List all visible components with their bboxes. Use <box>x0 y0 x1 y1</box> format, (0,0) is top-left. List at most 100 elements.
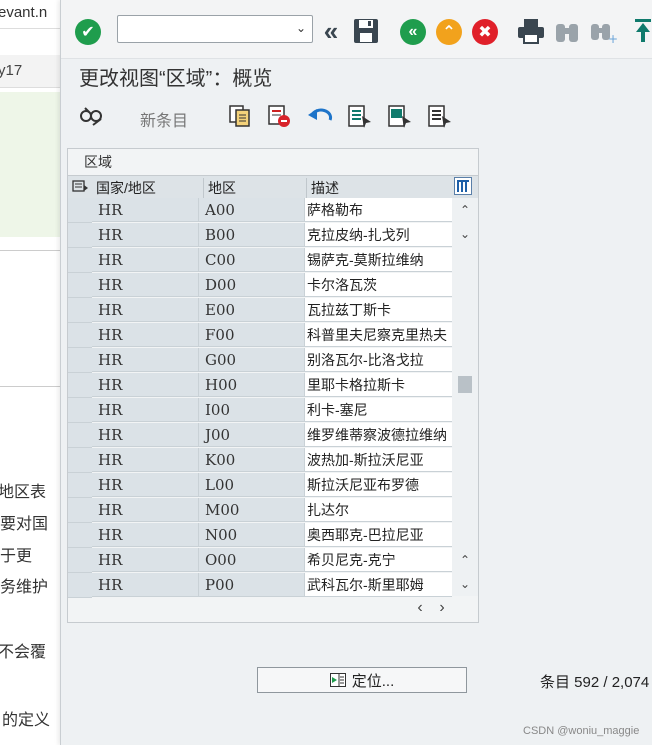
cell-country[interactable]: HR <box>92 273 199 297</box>
cell-region[interactable]: H00 <box>199 373 305 397</box>
find-button[interactable] <box>554 18 580 44</box>
row-selector[interactable] <box>68 373 92 398</box>
table-row[interactable]: HR L00 斯拉沃尼亚布罗德 <box>68 473 452 498</box>
cell-region[interactable]: K00 <box>199 448 305 472</box>
table-row[interactable]: HR O00 希贝尼克-克宁 <box>68 548 452 573</box>
cell-region[interactable]: A00 <box>199 198 305 222</box>
table-row[interactable]: HR P00 武科瓦尔-斯里耶姆 <box>68 573 452 598</box>
cell-description[interactable]: 扎达尔 <box>305 498 452 522</box>
cell-description[interactable]: 利卡-塞尼 <box>305 398 452 422</box>
cell-description[interactable]: 卡尔洛瓦茨 <box>305 273 452 297</box>
cell-region[interactable]: F00 <box>199 323 305 347</box>
row-selector[interactable] <box>68 323 92 348</box>
table-row[interactable]: HR G00 别洛瓦尔-比洛戈拉 <box>68 348 452 373</box>
cell-country[interactable]: HR <box>92 423 199 447</box>
row-selector[interactable] <box>68 548 92 573</box>
horizontal-scrollbar[interactable]: ‹ › <box>68 598 478 620</box>
first-page-button[interactable] <box>633 18 652 44</box>
cell-description[interactable]: 维罗维蒂察波德拉维纳 <box>305 423 452 447</box>
row-selector[interactable] <box>68 498 92 523</box>
cell-country[interactable]: HR <box>92 298 199 322</box>
select-all-rows-icon[interactable] <box>72 179 88 196</box>
undo-change-button[interactable] <box>308 106 334 126</box>
cell-country[interactable]: HR <box>92 398 199 422</box>
page-up-icon[interactable]: ⌃ <box>457 552 473 568</box>
cell-country[interactable]: HR <box>92 348 199 372</box>
row-selector[interactable] <box>68 348 92 373</box>
table-row[interactable]: HR E00 瓦拉兹丁斯卡 <box>68 298 452 323</box>
select-all-button[interactable] <box>347 104 373 128</box>
cell-region[interactable]: L00 <box>199 473 305 497</box>
cell-description[interactable]: 里耶卡格拉斯卡 <box>305 373 452 397</box>
exit-button[interactable]: ⌃ <box>436 19 462 45</box>
find-next-button[interactable]: + <box>590 18 618 44</box>
cell-country[interactable]: HR <box>92 323 199 347</box>
cell-region[interactable]: P00 <box>199 573 305 597</box>
table-row[interactable]: HR K00 波热加-斯拉沃尼亚 <box>68 448 452 473</box>
cell-country[interactable]: HR <box>92 373 199 397</box>
cell-description[interactable]: 科普里夫尼察克里热夫 <box>305 323 452 347</box>
back-button[interactable]: « <box>400 19 426 45</box>
delete-button[interactable] <box>267 104 291 128</box>
display-change-button[interactable] <box>79 105 103 127</box>
table-row[interactable]: HR B00 克拉皮纳-扎戈列 <box>68 223 452 248</box>
save-button[interactable] <box>353 18 379 44</box>
cell-description[interactable]: 克拉皮纳-扎戈列 <box>305 223 452 247</box>
scroll-right-icon[interactable]: › <box>434 599 450 616</box>
column-header-region[interactable]: 地区 <box>203 178 236 198</box>
cell-description[interactable]: 别洛瓦尔-比洛戈拉 <box>305 348 452 372</box>
new-entries-button[interactable]: 新条目 <box>140 107 188 131</box>
cell-description[interactable]: 波热加-斯拉沃尼亚 <box>305 448 452 472</box>
row-selector[interactable] <box>68 473 92 498</box>
cell-country[interactable]: HR <box>92 473 199 497</box>
row-selector[interactable] <box>68 223 92 248</box>
table-row[interactable]: HR M00 扎达尔 <box>68 498 452 523</box>
cell-region[interactable]: G00 <box>199 348 305 372</box>
table-row[interactable]: HR A00 萨格勒布 <box>68 198 452 223</box>
cell-region[interactable]: I00 <box>199 398 305 422</box>
cell-country[interactable]: HR <box>92 248 199 272</box>
cell-region[interactable]: O00 <box>199 548 305 572</box>
scroll-up-icon[interactable]: ⌃ <box>457 202 473 218</box>
vertical-scrollbar[interactable]: ⌃ ⌄ ⌃ ⌄ <box>452 198 478 596</box>
table-row[interactable]: HR I00 利卡-塞尼 <box>68 398 452 423</box>
column-header-description[interactable]: 描述 <box>306 178 339 198</box>
cell-region[interactable]: N00 <box>199 523 305 547</box>
print-button[interactable] <box>517 18 545 44</box>
scroll-down-icon[interactable]: ⌄ <box>457 576 473 592</box>
chevron-down-icon[interactable]: ⌄ <box>296 21 306 35</box>
scroll-left-icon[interactable]: ‹ <box>412 599 428 616</box>
cell-country[interactable]: HR <box>92 548 199 572</box>
cell-description[interactable]: 武科瓦尔-斯里耶姆 <box>305 573 452 597</box>
command-field[interactable]: ⌄ <box>117 15 313 43</box>
cell-description[interactable]: 希贝尼克-克宁 <box>305 548 452 572</box>
locate-button[interactable]: 定位... <box>257 667 467 693</box>
page-down-icon[interactable]: ⌄ <box>457 226 473 242</box>
scrollbar-thumb[interactable] <box>458 376 472 393</box>
copy-as-button[interactable] <box>228 104 252 128</box>
row-selector[interactable] <box>68 198 92 223</box>
cell-country[interactable]: HR <box>92 448 199 472</box>
cell-description[interactable]: 萨格勒布 <box>305 198 452 222</box>
select-block-button[interactable] <box>387 104 413 128</box>
cell-region[interactable]: J00 <box>199 423 305 447</box>
cell-region[interactable]: C00 <box>199 248 305 272</box>
table-row[interactable]: HR N00 奥西耶克-巴拉尼亚 <box>68 523 452 548</box>
cell-description[interactable]: 锡萨克-莫斯拉维纳 <box>305 248 452 272</box>
table-row[interactable]: HR D00 卡尔洛瓦茨 <box>68 273 452 298</box>
row-selector[interactable] <box>68 398 92 423</box>
cell-country[interactable]: HR <box>92 198 199 222</box>
deselect-all-button[interactable] <box>427 104 453 128</box>
table-settings-icon[interactable] <box>454 177 472 198</box>
table-row[interactable]: HR F00 科普里夫尼察克里热夫 <box>68 323 452 348</box>
cancel-button[interactable]: ✖ <box>472 19 498 45</box>
table-row[interactable]: HR J00 维罗维蒂察波德拉维纳 <box>68 423 452 448</box>
collapse-double-left-icon[interactable]: « <box>319 18 343 44</box>
row-selector[interactable] <box>68 573 92 598</box>
table-row[interactable]: HR H00 里耶卡格拉斯卡 <box>68 373 452 398</box>
row-selector[interactable] <box>68 298 92 323</box>
enter-button[interactable]: ✔ <box>75 19 101 45</box>
table-row[interactable]: HR C00 锡萨克-莫斯拉维纳 <box>68 248 452 273</box>
column-header-country[interactable]: 国家/地区 <box>96 178 156 198</box>
row-selector[interactable] <box>68 248 92 273</box>
